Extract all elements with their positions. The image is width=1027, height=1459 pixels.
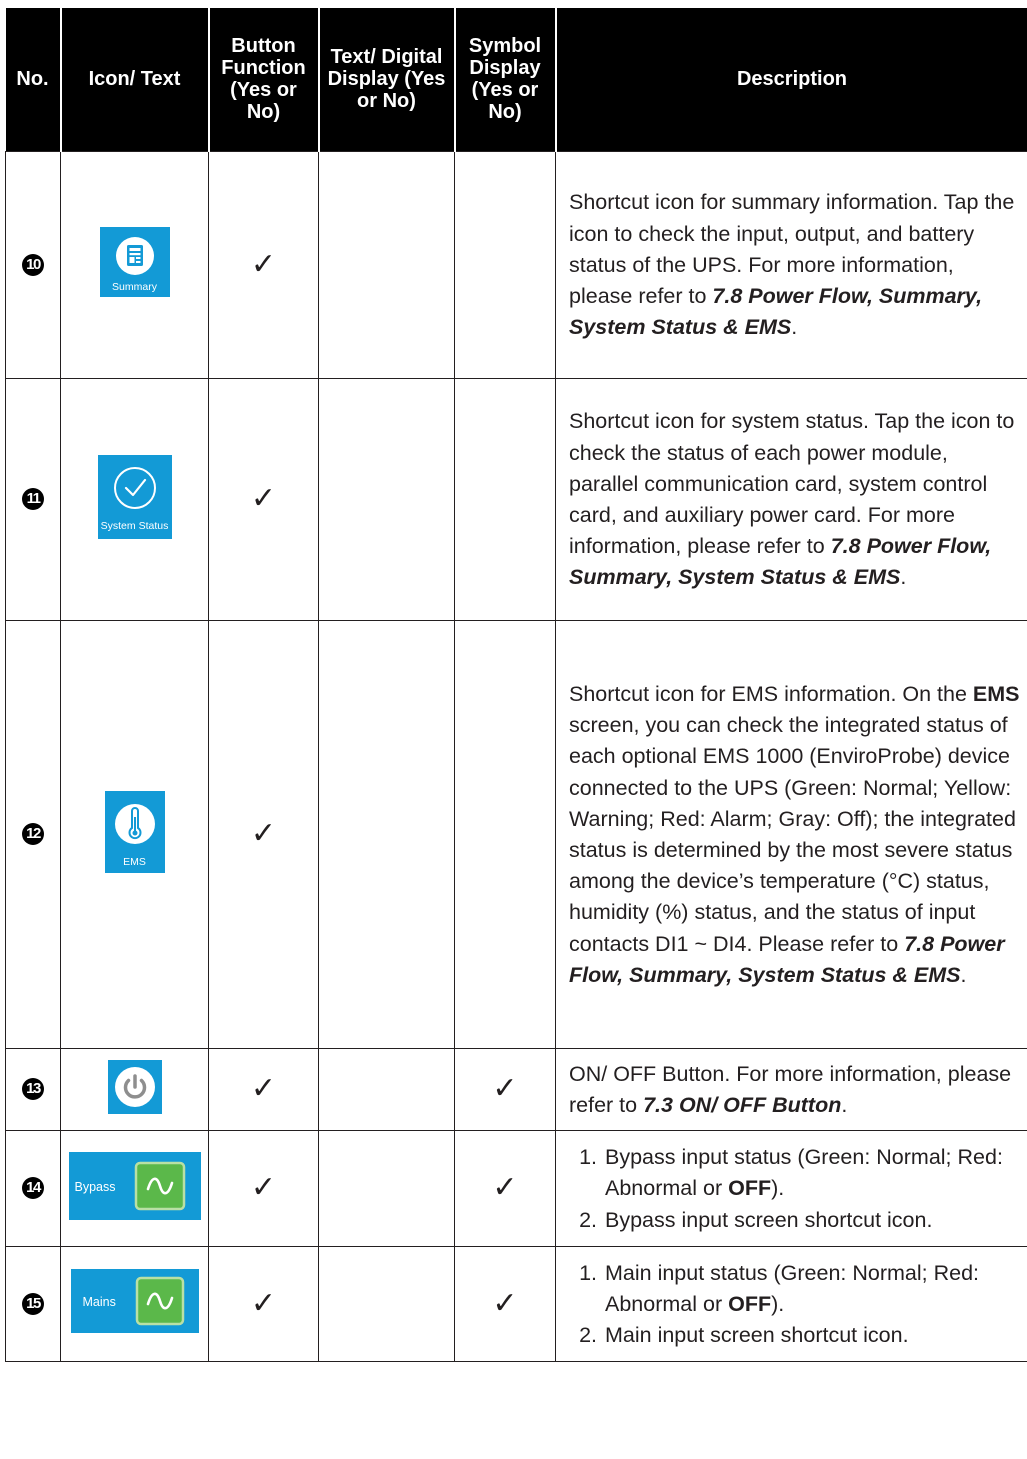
icon-cell: System Status [60, 377, 209, 621]
row-number-cell: 10 [5, 150, 61, 379]
symbol-display-cell: ✓ [454, 1129, 556, 1247]
row-number-badge: 14 [22, 1177, 44, 1199]
ems-bold: EMS [972, 681, 1020, 706]
description-end: . [841, 1093, 848, 1117]
text-digital-cell [318, 1129, 455, 1247]
table-row: 11 System Status ✓ Shortcut icon for sys… [5, 377, 1027, 621]
list-item: Main input status (Green: Normal; Red: A… [603, 1258, 1021, 1320]
check-mark: ✓ [492, 1170, 518, 1205]
button-function-cell: ✓ [208, 619, 319, 1049]
description-cell: ON/ OFF Button. For more information, pl… [555, 1047, 1027, 1131]
system-status-shortcut-icon[interactable]: System Status [97, 454, 172, 539]
off-bold: OFF [728, 1291, 772, 1316]
item-text-end: ). [771, 1176, 785, 1201]
table-row: 12 EMS ✓ Shortcut icon for EMS informati… [5, 619, 1027, 1049]
check-mark: ✓ [492, 1071, 518, 1106]
function-table: No. Icon/ Text Button Function (Yes or N… [5, 8, 1027, 1362]
summary-icon-label: Summary [112, 281, 157, 293]
symbol-display-cell [454, 377, 556, 621]
item-text-end: ). [771, 1291, 785, 1316]
table-row: 14 Bypass ✓ ✓ Bypass input status (Green… [5, 1129, 1027, 1247]
symbol-display-cell: ✓ [454, 1245, 556, 1362]
check-mark: ✓ [250, 1170, 277, 1205]
symbol-display-cell [454, 150, 556, 379]
mains-shortcut-icon[interactable]: Mains [70, 1269, 199, 1333]
symbol-display-cell [454, 619, 556, 1049]
row-number-badge: 10 [22, 253, 44, 276]
list-item: Bypass input status (Green: Normal; Red:… [603, 1142, 1021, 1204]
section-reference: 7.3 ON/ OFF Button [643, 1093, 842, 1117]
icon-cell: EMS [60, 619, 209, 1049]
row-number-badge: 15 [22, 1292, 44, 1315]
row-number-badge: 13 [22, 1078, 44, 1100]
sine-wave-icon [134, 1161, 185, 1210]
row-number-cell: 12 [5, 619, 61, 1049]
ems-icon-label: EMS [123, 855, 146, 868]
table-row: 15 Mains ✓ ✓ Main input status (Green: N… [5, 1245, 1027, 1362]
text-digital-cell [318, 1047, 455, 1131]
symbol-display-cell: ✓ [454, 1047, 556, 1131]
table-row: 10 Summary ✓ Shortcut icon for summary i… [5, 150, 1027, 379]
table-row: 13 ✓ ✓ ON/ OFF Button. For more informat… [5, 1047, 1027, 1131]
check-mark: ✓ [250, 1071, 277, 1106]
power-icon [114, 1066, 155, 1107]
bypass-shortcut-icon[interactable]: Bypass [68, 1151, 201, 1220]
row-number-cell: 11 [5, 377, 61, 621]
item-text: Main input status (Green: Normal; Red: A… [605, 1260, 980, 1316]
button-function-cell: ✓ [208, 1129, 319, 1247]
description-cell: Shortcut icon for EMS information. On th… [555, 619, 1027, 1049]
header-icon-text: Icon/ Text [59, 8, 209, 151]
header-button-function: Button Function (Yes or No) [207, 8, 319, 151]
row-number-cell: 15 [5, 1245, 61, 1362]
summary-shortcut-icon[interactable]: Summary [99, 227, 170, 297]
text-digital-cell [318, 619, 455, 1049]
header-symbol-display: Symbol Display (Yes or No) [453, 8, 556, 151]
list-item: Main input screen shortcut icon. [603, 1320, 1021, 1351]
row-number-cell: 14 [5, 1129, 61, 1247]
ems-shortcut-icon[interactable]: EMS [104, 790, 165, 873]
text-digital-cell [318, 150, 455, 379]
description-text: Shortcut icon for EMS information. On th… [569, 681, 973, 706]
header-description: Description [554, 8, 1027, 151]
row-number-badge: 12 [22, 823, 44, 845]
icon-cell [60, 1047, 209, 1131]
description-cell: Shortcut icon for summary information. T… [555, 150, 1027, 379]
header-row: No. Icon/ Text Button Function (Yes or N… [5, 8, 1027, 151]
text-digital-cell [318, 377, 455, 621]
check-mark: ✓ [492, 1285, 518, 1321]
description-text-cont: screen, you can check the integrated sta… [569, 713, 1016, 956]
check-mark: ✓ [250, 816, 277, 851]
description-end: . [791, 315, 798, 340]
button-function-cell: ✓ [208, 1245, 319, 1362]
on-off-button-icon[interactable] [107, 1059, 162, 1114]
check-mark: ✓ [250, 246, 277, 282]
button-function-cell: ✓ [208, 150, 319, 379]
description-end: . [960, 962, 967, 987]
icon-cell: Mains [60, 1245, 209, 1362]
header-text-digital: Text/ Digital Display (Yes or No) [317, 8, 455, 151]
description-cell: Main input status (Green: Normal; Red: A… [555, 1245, 1027, 1362]
description-cell: Bypass input status (Green: Normal; Red:… [555, 1129, 1027, 1247]
description-cell: Shortcut icon for system status. Tap the… [555, 377, 1027, 621]
check-mark: ✓ [250, 481, 277, 516]
list-item: Bypass input screen shortcut icon. [603, 1205, 1021, 1236]
button-function-cell: ✓ [208, 377, 319, 621]
text-digital-cell [318, 1245, 455, 1362]
icon-cell: Bypass [60, 1129, 209, 1247]
off-bold: OFF [728, 1176, 772, 1201]
icon-cell: Summary [60, 150, 209, 379]
check-mark: ✓ [250, 1285, 277, 1321]
sine-wave-icon [135, 1276, 184, 1326]
row-number-cell: 13 [5, 1047, 61, 1131]
button-function-cell: ✓ [208, 1047, 319, 1131]
header-no: No. [5, 8, 61, 151]
row-number-badge: 11 [22, 488, 44, 510]
item-text: Bypass input status (Green: Normal; Red:… [605, 1145, 1003, 1201]
description-end: . [900, 565, 907, 590]
system-status-icon-label: System Status [100, 519, 169, 532]
